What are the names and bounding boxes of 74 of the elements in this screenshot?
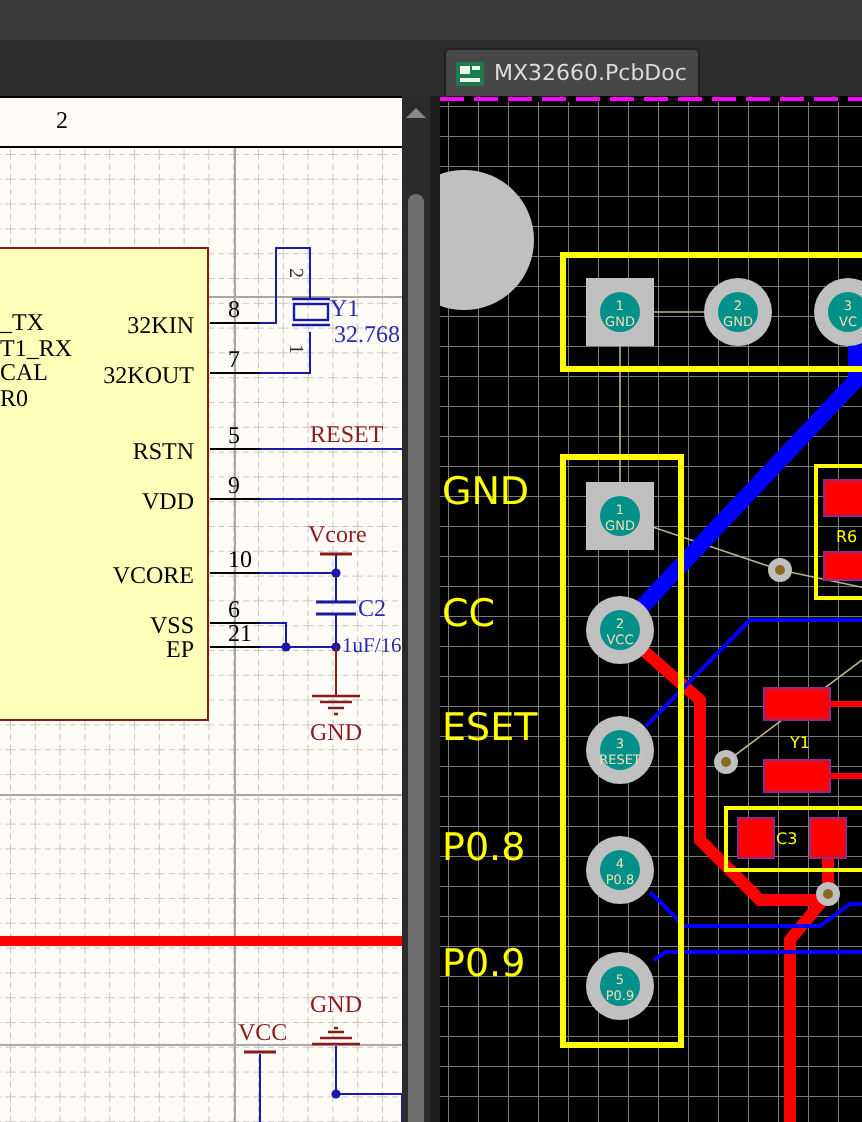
pin-name: R0 [0, 383, 29, 412]
component-value: 1uF/16 [342, 635, 402, 658]
silkscreen-label: P0.8 [442, 826, 526, 870]
pin-line [209, 447, 261, 450]
component-outline [814, 464, 862, 600]
pin-number: 6 [228, 594, 240, 623]
net-label: GND [310, 717, 362, 746]
wire [259, 246, 311, 324]
pin-number: 9 [228, 470, 240, 499]
pcb-document-icon [456, 61, 484, 85]
component-value: 32.768 [334, 319, 400, 348]
component-designator: Y1 [790, 734, 810, 752]
crystal-symbol-icon [290, 297, 332, 327]
pin-name: VCORE [112, 560, 194, 589]
pin-number: 7 [228, 344, 240, 373]
smd-pad [823, 479, 862, 517]
silkscreen-label: ESET [442, 706, 538, 750]
component-outline [724, 806, 862, 872]
capacitor-symbol-icon [314, 600, 358, 616]
pin-line [209, 371, 261, 374]
via [768, 558, 792, 582]
pin-number: 10 [228, 544, 252, 573]
silkscreen-label: GND [442, 470, 530, 514]
smd-pad [823, 551, 862, 581]
document-tab[interactable]: MX32660.PcbDoc [444, 48, 701, 96]
component-designator: R6 [836, 528, 858, 546]
pin-name: 32KIN [127, 310, 194, 339]
pin-number: 8 [228, 294, 240, 323]
pin-number: 1 [284, 343, 306, 354]
wire [335, 1044, 402, 1122]
pin-name: 32KOUT [103, 360, 194, 389]
pin-name: T1_RX [0, 333, 72, 362]
wire [259, 497, 402, 500]
net-label: RESET [310, 419, 384, 448]
pin-line [209, 571, 261, 574]
pin-number: 21 [228, 618, 252, 647]
junction-dot [331, 642, 341, 652]
ground-symbol-icon [310, 1026, 362, 1046]
pin-name: RSTN [132, 436, 194, 465]
silkscreen-label: P0.9 [442, 942, 526, 986]
via [816, 882, 840, 906]
scrollbar-thumb[interactable] [408, 194, 424, 1122]
component-designator: C3 [776, 830, 798, 848]
column-label: 2 [56, 106, 68, 137]
net-label: Vcore [308, 519, 367, 548]
pin-name: EP [165, 634, 194, 663]
smd-pad [763, 687, 831, 721]
smd-pad [737, 817, 775, 859]
net-label: GND [310, 989, 362, 1018]
pin-line [209, 621, 261, 624]
smd-pad [763, 759, 831, 793]
pin-name: _TX [0, 307, 44, 336]
net-label: VCC [238, 1017, 288, 1046]
wire [259, 330, 311, 374]
pin-name: VDD [142, 486, 194, 515]
pin-line [209, 497, 261, 500]
wire [259, 1052, 261, 1122]
pin-name: CAL [0, 357, 48, 386]
smd-pad [809, 817, 847, 859]
via [714, 750, 738, 774]
pin-line [209, 645, 261, 648]
junction-dot [281, 642, 291, 652]
pin-name: VSS [149, 610, 194, 639]
silkscreen-label: CC [442, 592, 496, 636]
mounting-hole [440, 170, 534, 310]
wire [259, 447, 402, 450]
designator: C2 [358, 593, 387, 622]
junction-dot [331, 1089, 341, 1099]
junction-dot [331, 568, 341, 578]
pin-number: 5 [228, 420, 240, 449]
ground-symbol-icon [310, 694, 362, 716]
pin-line [209, 321, 261, 324]
designator: Y1 [330, 293, 360, 322]
pin-number: 2 [284, 267, 306, 278]
